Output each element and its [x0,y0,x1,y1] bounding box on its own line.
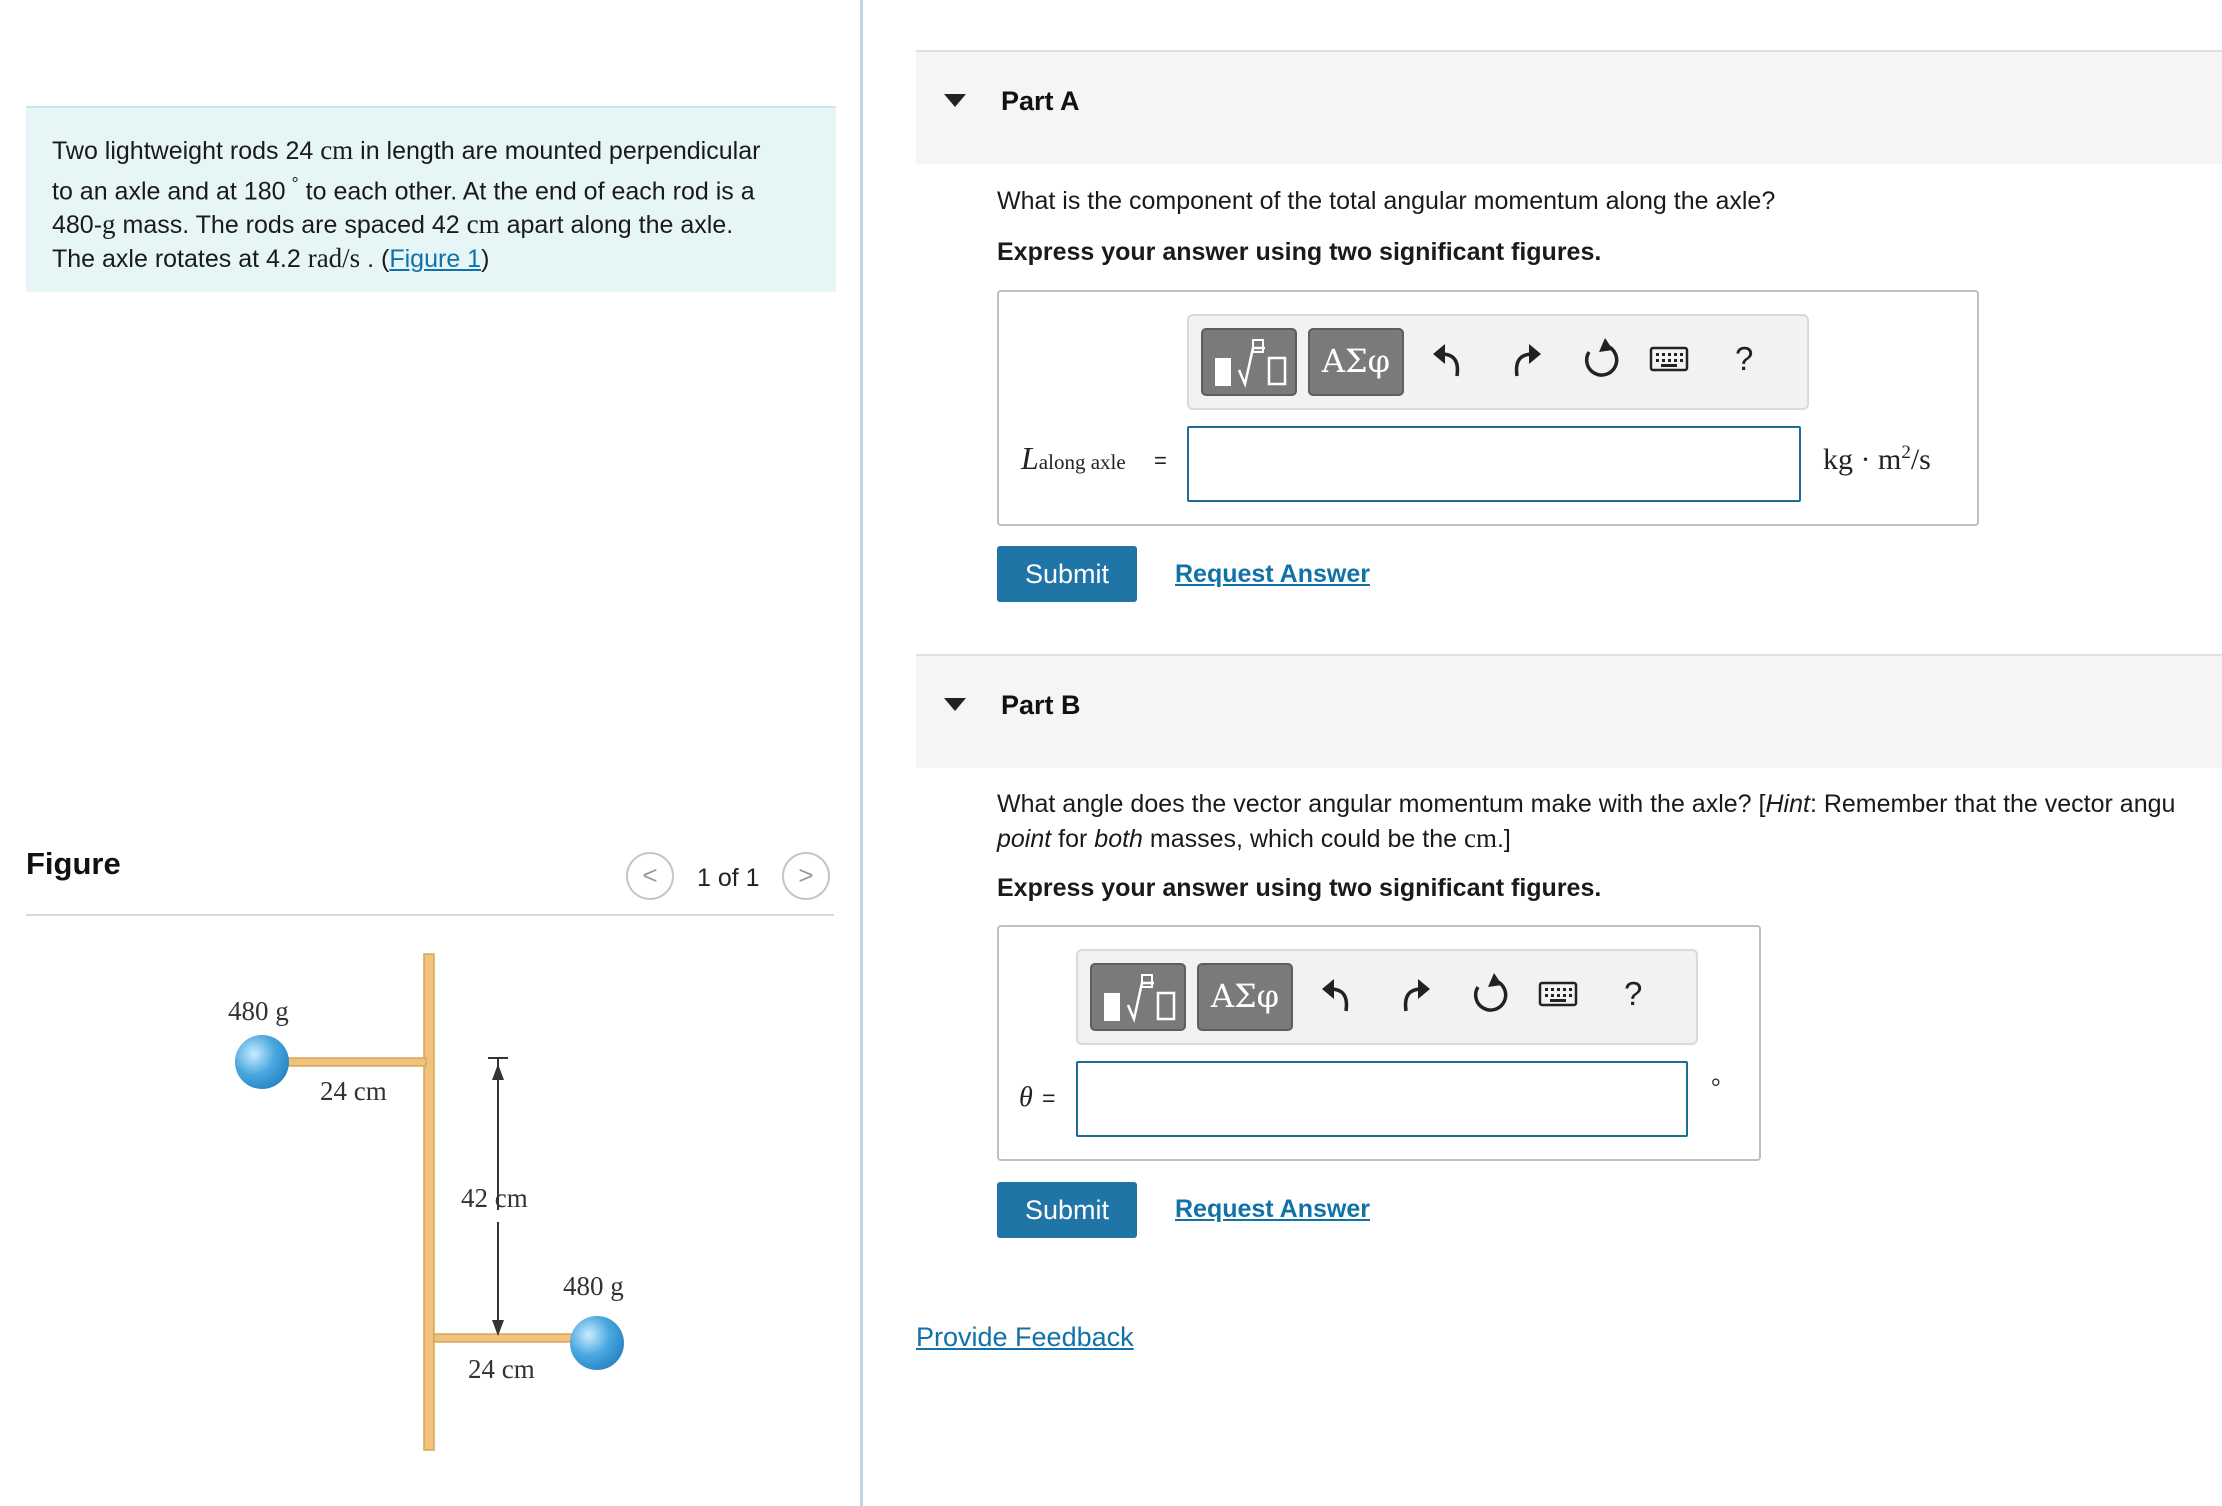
part-a-variable: Lalong axle [1021,440,1126,476]
part-b-submit-button[interactable]: Submit [997,1182,1137,1238]
provide-feedback-link[interactable]: Provide Feedback [916,1322,1134,1353]
redo-icon[interactable] [1505,334,1545,384]
part-b-title: Part B [1001,690,1081,720]
part-a-answer-box: ΑΣφ ? Lalong axle = kg · m2/s [997,290,1979,526]
bottom-rod [433,1333,595,1343]
previous-figure-button[interactable]: < [626,852,674,900]
next-figure-button[interactable]: > [782,852,830,900]
keyboard-icon[interactable] [1538,979,1578,1009]
bottom-mass-label: 480 g [563,1271,624,1301]
bottom-mass-ball [570,1316,624,1370]
problem-line-1: Two lightweight rods 24 cm in length are… [52,135,761,165]
greek-letters-button[interactable]: ΑΣφ [1197,963,1293,1031]
rotating-axle-figure: 480 g 24 cm 42 cm 480 g 24 cm [228,953,624,1451]
part-a-title: Part A [1001,86,1080,116]
templates-icon [1215,339,1287,389]
part-a-request-answer-link[interactable]: Request Answer [1175,560,1370,589]
greek-letters-button[interactable]: ΑΣφ [1308,328,1404,396]
part-a-math-toolbar: ΑΣφ ? [1187,314,1809,410]
redo-icon[interactable] [1394,969,1434,1019]
part-a-instruction: Express your answer using two significan… [997,238,1602,266]
part-b-unit: ° [1711,1075,1721,1101]
part-b-instruction: Express your answer using two significan… [997,874,1602,902]
help-icon[interactable]: ? [1624,975,1642,1013]
problem-line-2: to an axle and at 180 ° to each other. At… [52,174,755,206]
part-b-header[interactable]: Part B [916,654,2222,768]
part-b-variable: θ [1019,1082,1033,1113]
column-divider [860,0,863,1506]
part-a-submit-button[interactable]: Submit [997,546,1137,602]
part-a-question: What is the component of the total angul… [997,187,1776,215]
undo-icon[interactable] [1318,969,1358,1019]
caret-down-icon [944,94,966,107]
problem-line-3: 480-g mass. The rods are spaced 42 cm ap… [52,209,734,240]
figure-counter: 1 of 1 [697,864,760,892]
part-b-math-toolbar: ΑΣφ ? [1076,949,1698,1045]
part-b-question: What angle does the vector angular momen… [997,790,2176,853]
chevron-right-icon: > [798,860,814,890]
figure-divider [26,914,834,916]
undo-icon[interactable] [1429,334,1469,384]
templates-button[interactable] [1201,328,1297,396]
axle [423,953,435,1451]
part-a-unit: kg · m2/s [1823,442,1931,476]
spacing-label: 42 cm [461,1183,528,1213]
figure-title: Figure [26,846,121,881]
reset-icon[interactable] [1466,969,1510,1019]
caret-down-icon [944,698,966,711]
reset-icon[interactable] [1577,334,1621,384]
part-b-answer-input[interactable] [1076,1061,1688,1137]
help-icon[interactable]: ? [1735,340,1753,378]
top-mass-ball [235,1035,289,1089]
part-a-answer-input[interactable] [1187,426,1801,502]
chevron-left-icon: < [642,860,658,890]
figure-link[interactable]: Figure 1 [389,245,481,273]
part-a-equals: = [1154,448,1167,473]
part-b-answer-box: ΑΣφ ? θ = ° [997,925,1761,1161]
problem-line-4: The axle rotates at 4.2 rad/s . (Figure … [52,243,490,274]
keyboard-icon[interactable] [1649,344,1689,374]
part-b-request-answer-link[interactable]: Request Answer [1175,1195,1370,1224]
templates-button[interactable] [1090,963,1186,1031]
templates-icon [1104,974,1176,1024]
part-a-header[interactable]: Part A [916,50,2222,164]
part-b-equals: = [1042,1085,1056,1111]
problem-statement: Two lightweight rods 24 cm in length are… [26,106,836,292]
top-rod-label: 24 cm [320,1076,387,1106]
bottom-rod-label: 24 cm [468,1354,535,1384]
top-mass-label: 480 g [228,996,289,1026]
